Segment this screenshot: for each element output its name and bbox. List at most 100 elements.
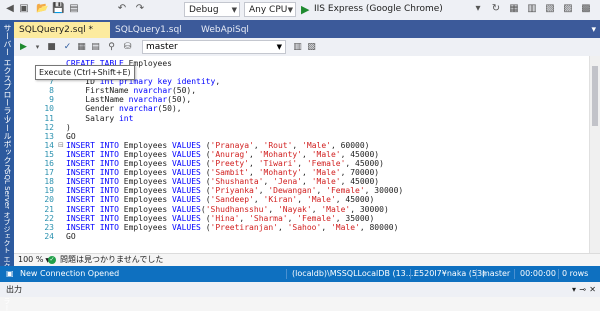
line-number: 15 xyxy=(44,149,54,159)
fold-toggle-icon[interactable] xyxy=(58,115,65,122)
open-file-icon[interactable]: 📂 xyxy=(36,3,48,15)
toolbar-icon[interactable]: ▥ xyxy=(526,3,538,15)
code-text: Salary int xyxy=(66,113,134,123)
code-text: INSERT INTO Employees VALUES ('Shushanta… xyxy=(66,177,380,187)
database-name: master xyxy=(482,269,511,278)
scrollbar-thumb[interactable] xyxy=(592,66,598,126)
code-text: GO xyxy=(66,131,76,141)
user-name: E520I7¥naka (53) xyxy=(414,269,486,278)
solution-config-value: Debug xyxy=(189,5,219,15)
undo-icon[interactable]: ↶ xyxy=(116,3,128,15)
pin-icon[interactable]: ⊸ xyxy=(579,282,586,297)
navigate-back-icon[interactable]: ◀ xyxy=(4,3,16,15)
stop-icon[interactable]: ■ xyxy=(46,41,57,53)
fold-toggle-icon[interactable] xyxy=(58,96,65,103)
platform-value: Any CPU xyxy=(249,5,288,15)
toolbar-icon[interactable]: ▨ xyxy=(562,3,574,15)
tab-webapisql[interactable]: WebApiSql xyxy=(196,22,266,38)
fold-toggle-icon[interactable] xyxy=(58,178,65,185)
fold-toggle-icon[interactable] xyxy=(58,233,65,240)
fold-toggle-icon[interactable] xyxy=(58,87,65,94)
connection-status: New Connection Opened xyxy=(20,269,120,278)
fold-toggle-icon[interactable] xyxy=(58,169,65,176)
line-number: 14 xyxy=(44,140,54,150)
fold-toggle-icon[interactable] xyxy=(58,160,65,167)
refresh-icon[interactable]: ↻ xyxy=(490,3,502,15)
line-number: 9 xyxy=(49,95,54,105)
database-select[interactable]: master ▼ xyxy=(142,40,286,54)
redo-icon[interactable]: ↷ xyxy=(134,3,146,15)
code-text: INSERT INTO Employees VALUES ('Hina', 'S… xyxy=(66,213,375,223)
new-project-icon[interactable]: ▣ xyxy=(18,3,30,15)
fold-toggle-icon[interactable] xyxy=(58,215,65,222)
chevron-down-icon: ▼ xyxy=(276,43,282,51)
status-bar: ▣ New Connection Opened (localdb)\MSSQLL… xyxy=(0,266,600,282)
divider xyxy=(410,269,411,279)
connection-icon: ▣ xyxy=(6,269,14,278)
execute-icon[interactable]: ▶ xyxy=(18,41,29,53)
toolbar-icon[interactable]: ▦ xyxy=(508,3,520,15)
vertical-scrollbar[interactable] xyxy=(589,56,600,253)
toolbar-icon[interactable]: ▦ xyxy=(76,41,87,53)
save-all-icon[interactable]: ▤ xyxy=(68,3,80,15)
fold-toggle-icon[interactable] xyxy=(58,206,65,213)
code-line: 22 INSERT INTO Employees VALUES ('Hina', … xyxy=(14,214,600,223)
line-number: 22 xyxy=(44,213,54,223)
line-number: 8 xyxy=(49,86,54,96)
connect-icon[interactable]: ⚲ xyxy=(106,41,117,53)
execute-tooltip: Execute (Ctrl+Shift+E) xyxy=(35,65,135,80)
parse-check-icon[interactable]: ✓ xyxy=(62,41,73,53)
code-text: ) xyxy=(66,122,71,132)
server-explorer-tab[interactable]: サーバー エクスプローラー xyxy=(1,24,13,123)
fold-toggle-icon[interactable]: ⊟ xyxy=(58,141,65,149)
sql-editor[interactable]: CREATE TABLE Employees(7 ID int primary … xyxy=(14,56,600,253)
editor-status: 100 %▼ ✓ 問題は見つかりませんでした xyxy=(14,253,600,266)
tab-sqlquery1[interactable]: SQLQuery1.sql xyxy=(110,22,196,38)
database-value: master xyxy=(146,42,178,52)
platform-select[interactable]: Any CPU ▼ xyxy=(244,2,296,17)
code-line: 9 LastName nvarchar(50), xyxy=(14,95,600,104)
chevron-down-icon[interactable]: ▾ xyxy=(472,3,484,15)
start-debugging-button[interactable]: IIS Express (Google Chrome) xyxy=(314,2,443,17)
code-text: LastName nvarchar(50), xyxy=(66,95,192,105)
issues-status: 問題は見つかりませんでした xyxy=(60,255,164,264)
line-number: 11 xyxy=(44,113,54,123)
chevron-down-icon[interactable]: ▾ xyxy=(32,41,43,53)
code-line: 15 INSERT INTO Employees VALUES ('Anurag'… xyxy=(14,150,600,159)
toolbar-icon[interactable]: ▧ xyxy=(306,41,317,53)
code-line: 14 ⊟ INSERT INTO Employees VALUES ('Pranay… xyxy=(14,141,600,150)
fold-toggle-icon[interactable] xyxy=(58,224,65,231)
save-icon[interactable]: 💾 xyxy=(52,3,64,15)
tab-sqlquery2[interactable]: SQLQuery2.sql * ⊸ ✕ xyxy=(14,22,110,51)
toolbox-tab[interactable]: ツールボックス xyxy=(1,116,13,172)
fold-toggle-icon[interactable] xyxy=(58,105,65,112)
code-line: 13 GO xyxy=(14,132,600,141)
toolbar-icon[interactable]: ▤ xyxy=(90,41,101,53)
line-number: 23 xyxy=(44,222,54,232)
code-line: 20 INSERT INTO Employees VALUES ('Sandeep… xyxy=(14,195,600,204)
toolbar-icon[interactable]: ▥ xyxy=(292,41,303,53)
code-text: Gender nvarchar(50), xyxy=(66,104,182,114)
code-line: 10 Gender nvarchar(50), xyxy=(14,104,600,113)
fold-toggle-icon[interactable] xyxy=(58,124,65,131)
code-text: INSERT INTO Employees VALUES ('Sambit', … xyxy=(66,168,380,178)
chevron-down-icon[interactable]: ▾ xyxy=(572,282,576,297)
close-icon[interactable]: ✕ xyxy=(589,282,596,297)
database-icon[interactable]: ⛁ xyxy=(122,41,133,53)
play-icon[interactable]: ▶ xyxy=(301,2,309,17)
fold-toggle-icon[interactable] xyxy=(58,196,65,203)
main-toolbar: ◀ ▣ 📂 💾 ▤ ↶ ↷ Debug ▼ Any CPU ▼ ▶ IIS Ex… xyxy=(0,0,600,21)
solution-config-select[interactable]: Debug ▼ xyxy=(184,2,240,17)
code-line: 12) xyxy=(14,123,600,132)
toolbar-icon[interactable]: ▩ xyxy=(580,3,592,15)
row-count: 0 rows xyxy=(562,269,589,278)
line-number: 18 xyxy=(44,177,54,187)
elapsed-time: 00:00:00 xyxy=(520,269,556,278)
fold-toggle-icon[interactable] xyxy=(58,151,65,158)
toolbar-icon[interactable]: ▧ xyxy=(544,3,556,15)
fold-toggle-icon[interactable] xyxy=(58,133,65,140)
tab-overflow-icon[interactable]: ▾ xyxy=(591,22,596,38)
fold-toggle-icon[interactable] xyxy=(58,187,65,194)
code-text: INSERT INTO Employees VALUES ('Anurag', … xyxy=(66,149,380,159)
divider xyxy=(558,269,559,279)
